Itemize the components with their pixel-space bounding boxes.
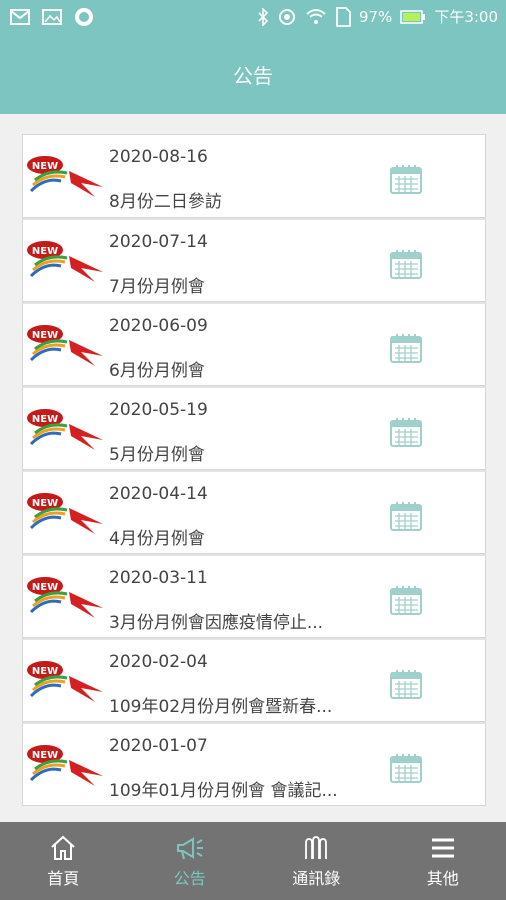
new-badge-icon: NEW (27, 325, 103, 366)
announcement-title: 5月份月例會 (109, 445, 205, 465)
announcement-item[interactable]: NEW 2020-05-19 5月份月例會 (22, 386, 486, 470)
announcement-date: 2020-08-16 (109, 147, 208, 167)
announcement-date: 2020-01-07 (109, 736, 208, 756)
announcement-title: 7月份月例會 (109, 277, 205, 297)
new-badge-icon: NEW (27, 493, 103, 534)
calendar-icon[interactable] (389, 584, 423, 616)
calendar-icon[interactable] (389, 500, 423, 532)
megaphone-icon (176, 837, 203, 860)
announcement-date: 2020-02-04 (109, 652, 208, 672)
status-left-icons (10, 7, 94, 27)
new-badge-icon: NEW (27, 745, 103, 786)
announcement-list: NEW 2020-08-16 8月份二日參訪 NEW 2020-07-14 7月份月例會 N… (22, 134, 486, 806)
page-title: 公告 (233, 63, 273, 88)
calendar-icon[interactable] (389, 332, 423, 364)
tab-other-label: 其他 (426, 869, 459, 888)
announcement-item[interactable]: NEW 2020-06-09 6月份月例會 (22, 302, 486, 386)
new-badge-icon: NEW (27, 409, 103, 450)
menu-icon (431, 838, 454, 858)
announcement-title: 4月份月例會 (109, 529, 205, 549)
tab-announcements-label: 公告 (173, 869, 206, 888)
announcement-date: 2020-03-11 (109, 568, 208, 588)
new-badge-icon: NEW (27, 661, 103, 702)
gallery-icon (42, 9, 62, 25)
announcement-item[interactable]: NEW 2020-04-14 4月份月例會 (22, 470, 486, 554)
home-icon (51, 835, 75, 860)
new-badge-text: NEW (32, 414, 58, 425)
clock: 下午3:00 (434, 8, 498, 26)
announcement-item[interactable]: NEW 2020-08-16 8月份二日參訪 (22, 134, 486, 218)
new-badge-text: NEW (32, 750, 58, 761)
tab-announcements[interactable]: 公告 (127, 822, 254, 900)
announcement-title: 3月份月例會因應疫情停止... (109, 613, 324, 633)
calendar-icon[interactable] (389, 752, 423, 784)
announcement-title: 6月份月例會 (109, 361, 205, 381)
new-badge-icon: NEW (27, 241, 103, 282)
new-badge-text: NEW (32, 161, 58, 172)
announcement-item[interactable]: NEW 2020-07-14 7月份月例會 (22, 218, 486, 302)
battery-percent: 97% (358, 7, 393, 26)
new-badge-text: NEW (32, 666, 58, 677)
wifi-icon (306, 8, 326, 24)
battery-icon (400, 9, 426, 24)
new-badge-text: NEW (32, 330, 58, 341)
tab-other[interactable]: 其他 (380, 822, 506, 900)
new-badge-icon: NEW (27, 577, 103, 618)
new-badge-icon: NEW (27, 156, 103, 197)
announcement-date: 2020-05-19 (109, 400, 208, 420)
announcement-title: 109年02月份月例會暨新春... (109, 697, 333, 717)
announcement-item[interactable]: NEW 2020-01-07 109年01月份月例會 會議記... (22, 722, 486, 806)
announcement-title: 109年01月份月例會 會議記... (109, 781, 338, 801)
announcement-date: 2020-07-14 (109, 232, 208, 252)
calendar-icon[interactable] (389, 248, 423, 280)
tab-home-label: 首頁 (47, 869, 80, 888)
calendar-icon[interactable] (389, 163, 423, 195)
announcement-list-area[interactable]: NEW 2020-08-16 8月份二日參訪 NEW 2020-07-14 7月份月例會 N… (0, 114, 506, 822)
tab-home[interactable]: 首頁 (0, 822, 127, 900)
announcement-date: 2020-06-09 (109, 316, 208, 336)
bluetooth-icon (258, 7, 269, 26)
status-bar: 97% 下午3:00 (0, 0, 506, 34)
sim-icon (336, 6, 351, 27)
bottom-tab-bar: 首頁 公告 通訊錄 其他 (0, 822, 506, 900)
announcement-date: 2020-04-14 (109, 484, 208, 504)
circle-app-icon (75, 8, 93, 26)
tab-contacts[interactable]: 通訊錄 (253, 822, 380, 900)
tab-contacts-label: 通訊錄 (292, 869, 341, 888)
announcement-item[interactable]: NEW 2020-02-04 109年02月份月例會暨新春... (22, 638, 486, 722)
new-badge-text: NEW (32, 498, 58, 509)
new-badge-text: NEW (32, 246, 58, 257)
sync-icon (278, 8, 295, 25)
new-badge-text: NEW (32, 582, 58, 593)
gmail-icon (10, 9, 30, 25)
announcement-item[interactable]: NEW 2020-03-11 3月份月例會因應疫情停止... (22, 554, 486, 638)
app-header: 公告 (0, 34, 506, 114)
calendar-icon[interactable] (389, 416, 423, 448)
status-right-icons: 97% 下午3:00 (257, 6, 498, 27)
calendar-icon[interactable] (389, 668, 423, 700)
announcement-title: 8月份二日參訪 (109, 192, 222, 212)
contacts-icon (305, 836, 328, 859)
